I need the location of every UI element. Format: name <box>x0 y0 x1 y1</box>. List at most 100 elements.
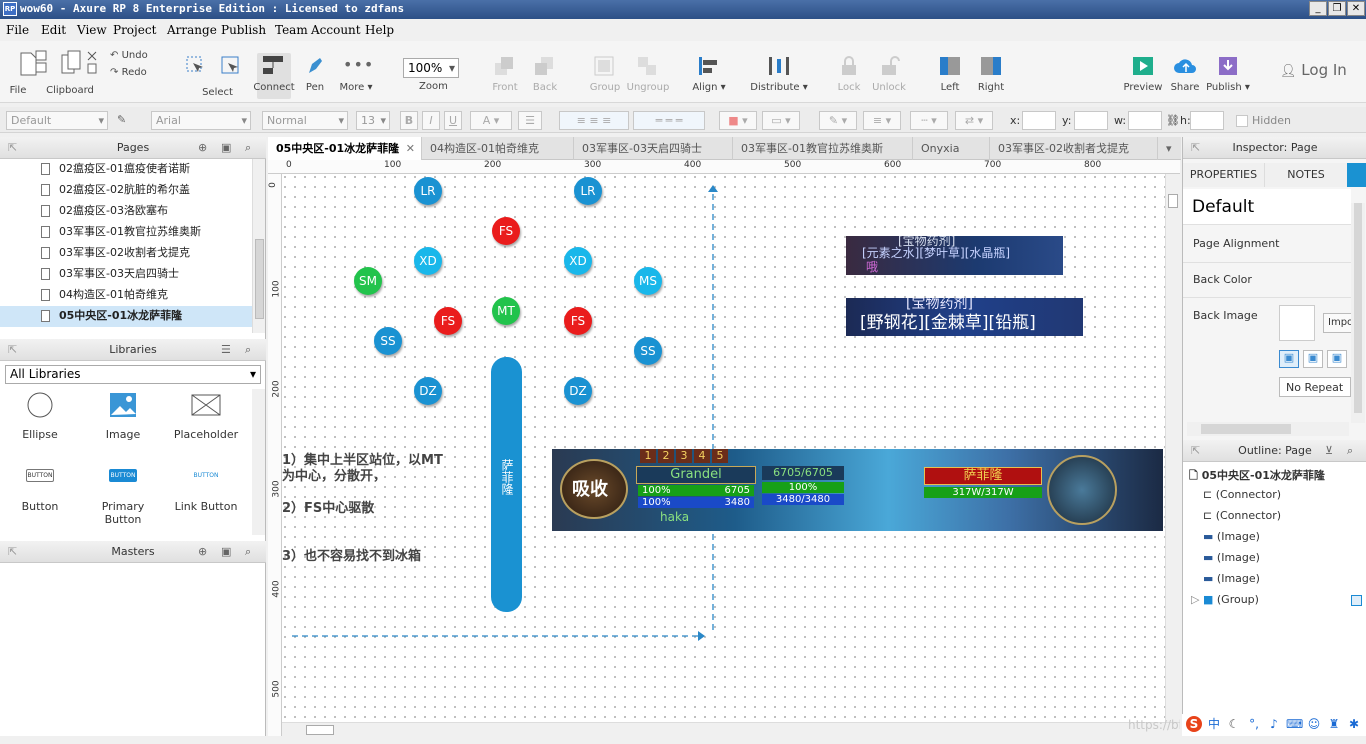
library-item-image[interactable]: Image <box>83 391 163 441</box>
font-color-button[interactable]: A ▾ <box>470 111 512 130</box>
maximize-button[interactable]: ❐ <box>1328 1 1346 16</box>
hidden-checkbox[interactable] <box>1236 115 1248 127</box>
punctuation-icon[interactable]: °, <box>1246 716 1262 732</box>
pen-button[interactable]: Pen <box>305 55 325 93</box>
format-painter-icon[interactable]: ✎ <box>117 113 126 126</box>
file-button[interactable]: File <box>8 49 37 96</box>
close-button[interactable]: ✕ <box>1347 1 1365 16</box>
group-toggle-icon[interactable] <box>1351 595 1362 606</box>
library-item-link-button[interactable]: BUTTON Link Button <box>166 469 246 513</box>
tab-properties[interactable]: PROPERTIES <box>1183 163 1265 187</box>
add-folder-icon[interactable]: ▣ <box>221 541 231 562</box>
canvas-horizontal-scrollbar[interactable] <box>282 722 1180 736</box>
position-dz-2[interactable]: DZ <box>564 377 592 405</box>
bold-button[interactable]: B <box>400 111 418 130</box>
font-size-select[interactable]: 13 <box>356 111 390 130</box>
page-tree-item[interactable]: 05中央区-01冰龙萨菲隆 <box>0 306 252 327</box>
shadow-button[interactable]: ▭ ▾ <box>762 111 800 130</box>
repeat-select[interactable]: No Repeat <box>1279 377 1351 397</box>
more-button[interactable]: ••• More ▾ <box>340 55 374 93</box>
menu-account[interactable]: Account <box>311 23 361 37</box>
outline-item[interactable]: ▬ (Image) <box>1203 551 1260 564</box>
tab-notes[interactable]: NOTES <box>1265 163 1347 187</box>
library-item-ellipse[interactable]: Ellipse <box>0 391 80 441</box>
select-contain-button[interactable]: Select <box>202 55 240 98</box>
tab-4[interactable]: 03军事区-01教官拉苏维奥斯 <box>733 137 913 160</box>
page-tree-item[interactable]: 03军事区-02收割者戈提克 <box>0 243 252 264</box>
align-image-center-button[interactable]: ▣ <box>1303 350 1323 368</box>
import-button[interactable]: Impo <box>1323 313 1353 333</box>
shirt-icon[interactable]: ♜ <box>1326 716 1342 732</box>
outline-root[interactable]: 🗋︎ 05中央区-01冰龙萨菲隆 <box>1189 467 1325 486</box>
x-input[interactable] <box>1022 111 1056 130</box>
menu-file[interactable]: File <box>6 23 29 37</box>
moon-icon[interactable]: ☾ <box>1226 716 1242 732</box>
expand-icon[interactable]: ▷ <box>1191 593 1199 606</box>
outline-item[interactable]: ⊏ (Connector) <box>1203 509 1281 522</box>
back-color-label[interactable]: Back Color <box>1193 273 1252 286</box>
page-tree-item[interactable]: 02瘟疫区-02肮脏的希尔盖 <box>0 180 252 201</box>
align-image-right-button[interactable]: ▣ <box>1327 350 1347 368</box>
collapse-icon[interactable]: ⇱ <box>8 137 17 158</box>
library-select[interactable]: All Libraries ▾ <box>5 365 261 384</box>
position-ss-2[interactable]: SS <box>634 337 662 365</box>
position-mt[interactable]: MT <box>492 297 520 325</box>
position-sm[interactable]: SM <box>354 267 382 295</box>
vertical-align-group[interactable]: ═ ═ ═ <box>633 111 705 130</box>
position-ms[interactable]: MS <box>634 267 662 295</box>
style-select[interactable]: Default <box>6 111 108 130</box>
page-tree-item[interactable]: 04构造区-01帕奇维克 <box>0 285 252 306</box>
sogou-ime-icon[interactable]: S <box>1186 716 1202 732</box>
scroll-thumb[interactable] <box>255 239 264 319</box>
library-item-button[interactable]: BUTTON Button <box>0 469 80 513</box>
select-intersect-button[interactable] <box>185 55 205 79</box>
w-input[interactable] <box>1128 111 1162 130</box>
menu-publish[interactable]: Publish <box>221 23 266 37</box>
tabs-overflow-button[interactable]: ▾ <box>1158 137 1181 160</box>
y-input[interactable] <box>1074 111 1108 130</box>
outline-item-group[interactable]: ▷ ■ (Group) <box>1191 593 1259 606</box>
menu-help[interactable]: Help <box>365 23 394 37</box>
position-ss-1[interactable]: SS <box>374 327 402 355</box>
scroll-thumb[interactable] <box>1168 194 1178 208</box>
share-button[interactable]: Share <box>1171 55 1199 93</box>
add-page-icon[interactable]: ⊕ <box>198 137 207 158</box>
ime-chinese-icon[interactable]: 中 <box>1206 716 1222 732</box>
ungroup-button[interactable]: Ungroup <box>627 55 669 93</box>
position-fs-right[interactable]: FS <box>564 307 592 335</box>
menu-arrange[interactable]: Arrange <box>167 23 217 37</box>
library-item-primary-button[interactable]: BUTTON Primary Button <box>83 469 163 526</box>
scroll-thumb[interactable] <box>1201 424 1291 434</box>
undo-button[interactable]: ↶ Undo <box>110 50 160 64</box>
back-button[interactable]: Back <box>533 55 557 93</box>
right-panel-button[interactable]: Right <box>978 55 1004 93</box>
align-image-left-button[interactable]: ▣ <box>1279 350 1299 368</box>
fill-color-button[interactable]: ■ ▾ <box>719 111 757 130</box>
add-master-icon[interactable]: ⊕ <box>198 541 207 562</box>
collapse-icon[interactable]: ⇱ <box>1191 137 1200 158</box>
canvas-vertical-scrollbar[interactable] <box>1165 174 1180 722</box>
inspector-horizontal-scrollbar[interactable] <box>1187 422 1349 436</box>
microphone-icon[interactable]: ♪ <box>1266 716 1282 732</box>
font-select[interactable]: Arial <box>151 111 251 130</box>
position-lr-1[interactable]: LR <box>414 177 442 205</box>
boss-marker[interactable]: 萨菲隆 <box>491 357 522 612</box>
search-icon[interactable]: ⌕ <box>245 137 251 158</box>
publish-button[interactable]: Publish ▾ <box>1206 55 1250 93</box>
collapse-icon[interactable]: ⇱ <box>1191 440 1200 461</box>
text-align-group[interactable]: ≡ ≡ ≡ <box>559 111 629 130</box>
menu-view[interactable]: View <box>77 23 107 37</box>
inspector-scrollbar[interactable] <box>1351 203 1365 423</box>
search-icon[interactable]: ⌕ <box>1347 440 1353 461</box>
filter-icon[interactable]: ⊻ <box>1325 440 1333 461</box>
redo-button[interactable]: ↷ Redo <box>110 67 160 81</box>
collapse-icon[interactable]: ⇱ <box>8 339 17 360</box>
group-button[interactable]: Group <box>590 55 620 93</box>
page-tree-item[interactable]: 02瘟疫区-03洛欧塞布 <box>0 201 252 222</box>
tab-5[interactable]: Onyxia <box>913 137 990 160</box>
menu-project[interactable]: Project <box>113 23 156 37</box>
arrow-style-button[interactable]: ⇄ ▾ <box>955 111 993 130</box>
back-image-preview[interactable] <box>1279 305 1315 341</box>
save-button[interactable] <box>34 49 48 73</box>
position-xd-2[interactable]: XD <box>564 247 592 275</box>
